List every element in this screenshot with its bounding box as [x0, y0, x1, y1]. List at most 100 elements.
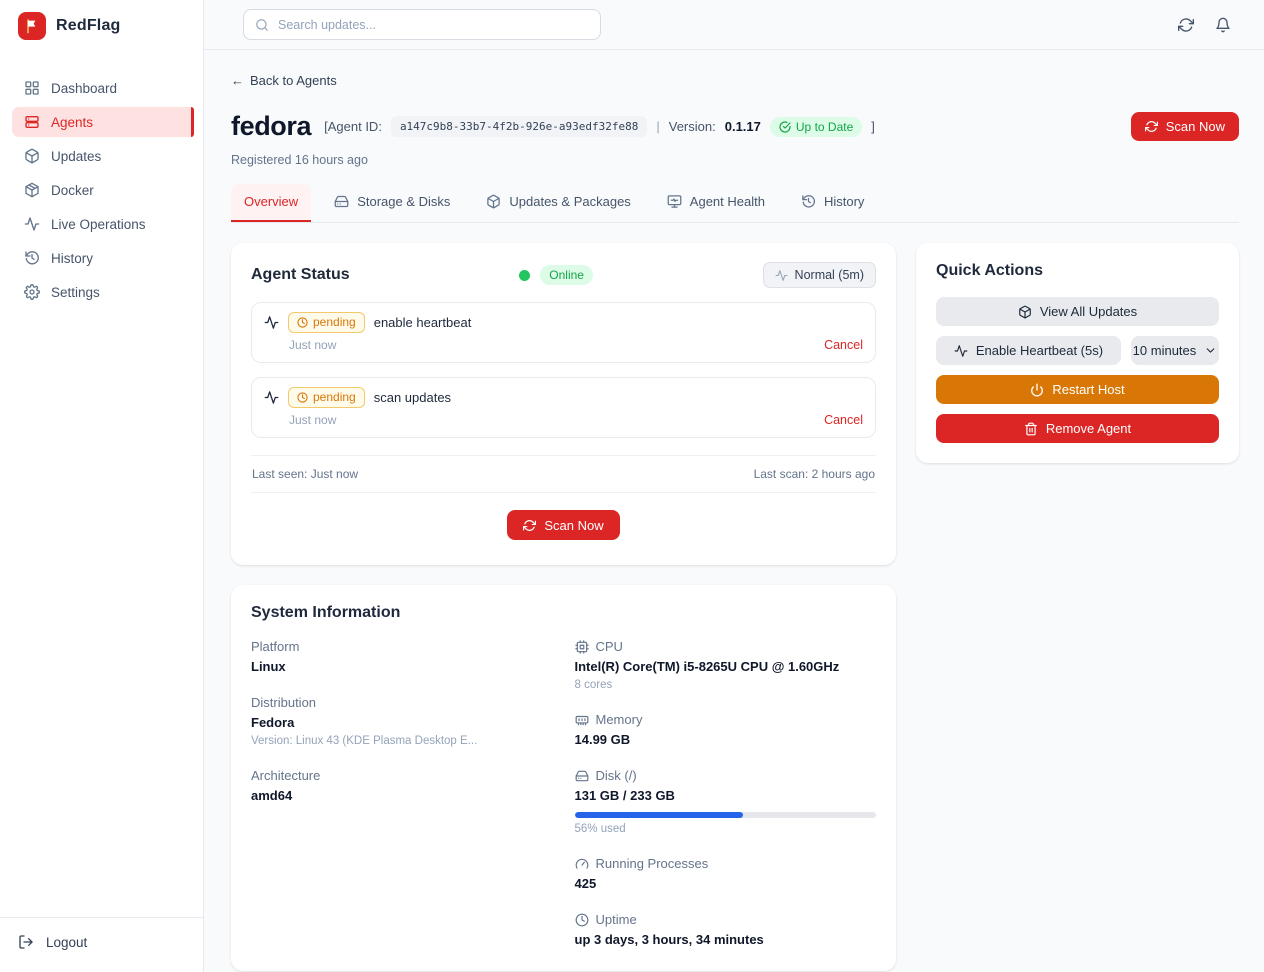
gear-icon: [24, 284, 40, 300]
online-status: Online: [519, 265, 593, 285]
scan-now-label: Scan Now: [1166, 119, 1225, 134]
sidebar-item-docker[interactable]: Docker: [12, 175, 194, 205]
cancel-task-link[interactable]: Cancel: [824, 413, 863, 427]
agent-meta: [Agent ID: a147c9b8-33b7-4f2b-926e-a93ed…: [324, 116, 875, 137]
enable-heartbeat-button[interactable]: Enable Heartbeat (5s): [936, 336, 1121, 365]
cancel-task-link[interactable]: Cancel: [824, 338, 863, 352]
scan-now-wrap: Scan Now: [251, 493, 876, 545]
task-name: enable heartbeat: [374, 315, 472, 330]
main-content: ← Back to Agents fedora [Agent ID: a147c…: [204, 50, 1264, 972]
sidebar-item-live-operations[interactable]: Live Operations: [12, 209, 194, 239]
sidebar-item-history[interactable]: History: [12, 243, 194, 273]
system-info-grid: Platform Linux Distribution Fedora Versi…: [251, 639, 876, 951]
heartbeat-mode-button[interactable]: Normal (5m): [763, 262, 876, 288]
platform-label: Platform: [251, 639, 553, 654]
disk-block: Disk (/) 131 GB / 233 GB 56% used: [575, 768, 877, 835]
sidebar-item-updates[interactable]: Updates: [12, 141, 194, 171]
cpu-cores: 8 cores: [575, 679, 877, 691]
distribution-label: Distribution: [251, 695, 553, 710]
processes-label: Running Processes: [596, 856, 709, 871]
sidebar-item-settings[interactable]: Settings: [12, 277, 194, 307]
search-box[interactable]: [243, 9, 601, 40]
topbar: [204, 0, 1264, 50]
sidebar-item-dashboard[interactable]: Dashboard: [12, 73, 194, 103]
version-label: Version:: [669, 119, 716, 134]
platform-block: Platform Linux: [251, 639, 553, 674]
uptime-block: Uptime up 3 days, 3 hours, 34 minutes: [575, 912, 877, 947]
agent-id-chip[interactable]: a147c9b8-33b7-4f2b-926e-a93edf32fe88: [391, 116, 647, 137]
left-column: Agent Status Online Normal (5m): [231, 243, 896, 971]
package-icon: [24, 148, 40, 164]
gauge-icon: [575, 857, 589, 871]
tab-bar: Overview Storage & Disks Updates & Packa…: [231, 184, 1239, 223]
memory-icon: [575, 713, 589, 727]
platform-value: Linux: [251, 659, 553, 674]
quick-actions-title: Quick Actions: [936, 262, 1219, 280]
refresh-icon[interactable]: [1178, 17, 1194, 33]
processes-block: Running Processes 425: [575, 856, 877, 891]
meta-bracket-close: ]: [871, 119, 875, 134]
scan-now-button-header[interactable]: Scan Now: [1131, 112, 1239, 141]
search-input[interactable]: [278, 18, 589, 32]
tab-storage-disks[interactable]: Storage & Disks: [321, 184, 463, 222]
restart-host-button[interactable]: Restart Host: [936, 375, 1219, 404]
pending-task-row: pending enable heartbeat Just now Cancel: [251, 302, 876, 363]
sidebar-footer: Logout: [0, 917, 203, 972]
view-all-updates-button[interactable]: View All Updates: [936, 297, 1219, 326]
tab-label: Agent Health: [690, 194, 765, 209]
sidebar-nav: Dashboard Agents Updates Docker Live Ope…: [0, 51, 203, 917]
back-to-agents-link[interactable]: ← Back to Agents: [231, 73, 337, 88]
history-clock-icon: [24, 250, 40, 266]
sidebar-item-label: Agents: [51, 115, 93, 130]
distribution-version: Version: Linux 43 (KDE Plasma Desktop E.…: [251, 735, 553, 747]
bell-icon[interactable]: [1215, 17, 1231, 33]
agent-status-header: Agent Status Online Normal (5m): [251, 262, 876, 288]
package-icon: [486, 194, 501, 209]
version-value: 0.1.17: [725, 119, 761, 134]
topbar-icons: [1178, 17, 1231, 33]
scan-now-button[interactable]: Scan Now: [507, 510, 619, 540]
task-top: pending scan updates: [264, 387, 863, 408]
tab-label: Updates & Packages: [509, 194, 630, 209]
restart-host-label: Restart Host: [1052, 382, 1124, 397]
pending-badge: pending: [288, 387, 365, 408]
interval-dropdown[interactable]: 10 minutes: [1131, 336, 1219, 365]
sidebar: RedFlag Dashboard Agents Updates Docker …: [0, 0, 204, 972]
sidebar-item-label: Settings: [51, 285, 100, 300]
right-column: Quick Actions View All Updates Enable He…: [916, 243, 1239, 463]
cpu-label: CPU: [596, 639, 623, 654]
package-icon: [1018, 305, 1032, 319]
system-info-right: CPU Intel(R) Core(TM) i5-8265U CPU @ 1.6…: [575, 639, 877, 951]
refresh-icon: [1145, 120, 1158, 133]
logout-label: Logout: [46, 935, 87, 950]
pending-badge: pending: [288, 312, 365, 333]
monitor-icon: [667, 194, 682, 209]
agent-id-label: [Agent ID:: [324, 119, 382, 134]
clock-icon: [297, 317, 308, 328]
tab-updates-packages[interactable]: Updates & Packages: [473, 184, 643, 222]
disk-label: Disk (/): [596, 768, 637, 783]
back-arrow-icon: ←: [231, 73, 244, 88]
remove-agent-label: Remove Agent: [1046, 421, 1131, 436]
hard-drive-icon: [575, 769, 589, 783]
check-circle-icon: [779, 121, 791, 133]
remove-agent-button[interactable]: Remove Agent: [936, 414, 1219, 443]
logout-button[interactable]: Logout: [18, 934, 185, 950]
pulse-icon: [775, 269, 788, 282]
scan-now-label: Scan Now: [544, 518, 603, 533]
task-name: scan updates: [374, 390, 451, 405]
tab-overview[interactable]: Overview: [231, 184, 311, 222]
clock-icon: [297, 392, 308, 403]
task-bottom: Just now Cancel: [264, 413, 863, 427]
quick-actions-card: Quick Actions View All Updates Enable He…: [916, 243, 1239, 463]
tab-agent-health[interactable]: Agent Health: [654, 184, 778, 222]
interval-value: 10 minutes: [1133, 343, 1197, 358]
task-time: Just now: [289, 338, 336, 352]
agent-header: fedora [Agent ID: a147c9b8-33b7-4f2b-926…: [231, 111, 1239, 142]
memory-label: Memory: [596, 712, 643, 727]
last-scan-text: Last scan: 2 hours ago: [754, 467, 875, 481]
online-dot: [519, 270, 530, 281]
registered-text: Registered 16 hours ago: [231, 153, 1239, 167]
tab-history[interactable]: History: [788, 184, 877, 222]
sidebar-item-agents[interactable]: Agents: [12, 107, 194, 137]
